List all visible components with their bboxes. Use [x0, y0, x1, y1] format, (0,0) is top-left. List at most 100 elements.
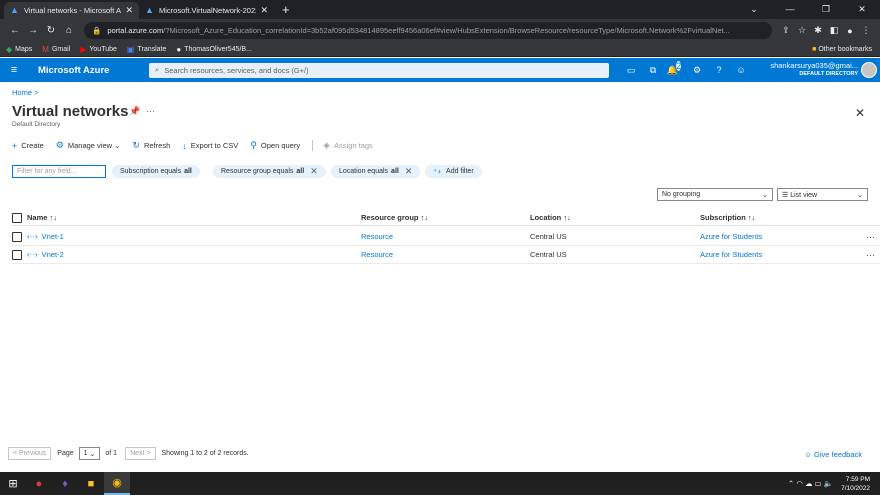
add-filter-icon: ⁺⍖	[433, 166, 443, 176]
azure-favicon-icon: ▲	[145, 5, 154, 15]
column-header-name[interactable]: Name ↑↓	[27, 210, 57, 225]
extensions-icon[interactable]: ✱	[810, 25, 826, 36]
battery-icon[interactable]: ▭	[815, 479, 822, 488]
portal-menu-icon[interactable]: ≡	[0, 64, 28, 76]
create-button[interactable]: + Create	[12, 141, 44, 151]
bookmark-translate[interactable]: ▣ Translate	[127, 45, 166, 54]
browser-tab-deployment[interactable]: ▲ Microsoft.VirtualNetwork-20220 ✕	[139, 2, 274, 19]
breadcrumb[interactable]: Home >	[12, 88, 38, 97]
volume-icon[interactable]: 🔈	[824, 479, 833, 488]
app-icon-red[interactable]: ●	[26, 472, 52, 495]
windows-start-icon[interactable]: ⊞	[0, 472, 26, 495]
subscription-link[interactable]: Azure for Students	[700, 246, 762, 263]
vnet-name-link[interactable]: Vnet-2	[42, 250, 64, 259]
filter-pill-subscription[interactable]: Subscription equals all	[112, 165, 200, 178]
filter-pill-resource-group[interactable]: Resource group equals all ✕	[213, 165, 326, 178]
user-directory: DEFAULT DIRECTORY	[799, 71, 858, 77]
reload-icon[interactable]: ↻	[42, 25, 60, 36]
plus-icon: +	[12, 140, 18, 151]
app-icon-assistant[interactable]: ♦	[52, 472, 78, 495]
chrome-icon[interactable]: ◉	[104, 472, 130, 495]
vnet-name-link[interactable]: Vnet-1	[42, 232, 64, 241]
bookmark-gmail[interactable]: M Gmail	[42, 45, 70, 54]
select-all-checkbox[interactable]	[12, 210, 22, 225]
grouping-select[interactable]: No grouping ⌄	[657, 188, 773, 201]
filter-pill-location[interactable]: Location equals all ✕	[331, 165, 421, 178]
sidebar-icon[interactable]: ◧	[826, 25, 842, 36]
notifications-icon[interactable]: 🔔2	[664, 60, 686, 76]
directory-filter-icon[interactable]: ⧉	[642, 65, 664, 76]
new-tab-button[interactable]: +	[282, 2, 290, 19]
taskbar-clock[interactable]: 7:59 PM 7/10/2022	[841, 475, 870, 493]
give-feedback-link[interactable]: ☺ Give feedback	[804, 450, 862, 459]
add-filter-button[interactable]: ⁺⍖ Add filter	[425, 165, 482, 178]
close-window-icon[interactable]: ✕	[844, 0, 880, 19]
share-icon[interactable]: ⇪	[778, 25, 794, 36]
file-explorer-icon[interactable]: ■	[78, 472, 104, 495]
back-icon[interactable]: ←	[6, 25, 24, 36]
url-field[interactable]: 🔒 portal.azure.com /?Microsoft_Azure_Edu…	[84, 22, 772, 39]
close-blade-icon[interactable]: ✕	[855, 106, 865, 120]
next-page-button[interactable]: Next >	[125, 447, 156, 460]
assign-tags-button[interactable]: ◈ Assign tags	[323, 140, 373, 151]
bookmark-star-icon[interactable]: ☆	[794, 25, 810, 36]
bookmark-github[interactable]: ● ThomasOliver545/B...	[176, 45, 252, 54]
chrome-menu-icon[interactable]: ⋮	[858, 25, 874, 36]
column-header-subscription[interactable]: Subscription ↑↓	[700, 210, 755, 225]
open-query-button[interactable]: ⚲ Open query	[250, 140, 300, 151]
chevron-down-icon: ⌄	[762, 191, 768, 199]
page-count-label: of 1	[105, 450, 118, 457]
row-more-icon[interactable]: ···	[866, 228, 875, 245]
other-bookmarks[interactable]: ■ Other bookmarks	[812, 46, 872, 53]
remove-filter-icon[interactable]: ✕	[405, 166, 413, 177]
close-tab-icon[interactable]: ✕	[260, 5, 268, 16]
more-options-icon[interactable]: ···	[146, 106, 155, 116]
browser-tab-virtual-networks[interactable]: ▲ Virtual networks - Microsoft Azu ✕	[4, 2, 139, 19]
row-more-icon[interactable]: ···	[866, 246, 875, 263]
page-number-select[interactable]: 1 ⌄	[78, 447, 101, 460]
resource-group-link[interactable]: Resource	[361, 228, 393, 245]
resource-group-link[interactable]: Resource	[361, 246, 393, 263]
bookmarks-bar: ◆ Maps M Gmail ▶ YouTube ▣ Translate ● Thomas…	[0, 42, 880, 57]
feedback-icon[interactable]: ☺	[730, 65, 752, 76]
row-checkbox[interactable]	[12, 228, 22, 245]
settings-gear-icon[interactable]: ⚙	[686, 65, 708, 76]
global-search-input[interactable]: ⌕ Search resources, services, and docs (…	[149, 62, 609, 78]
subscription-link[interactable]: Azure for Students	[700, 228, 762, 245]
filter-input[interactable]: Filter for any field...	[12, 165, 106, 178]
previous-page-button[interactable]: < Previous	[8, 447, 52, 460]
column-header-resource-group[interactable]: Resource group ↑↓	[361, 210, 428, 225]
maximize-icon[interactable]: ❐	[808, 0, 844, 19]
remove-filter-icon[interactable]: ✕	[310, 166, 318, 177]
manage-view-button[interactable]: ⚙ Manage view ⌄	[56, 140, 121, 151]
wifi-icon[interactable]: ◠	[796, 479, 803, 488]
row-checkbox[interactable]	[12, 246, 22, 263]
close-tab-icon[interactable]: ✕	[125, 5, 133, 16]
cloud-icon[interactable]: ☁	[805, 479, 813, 488]
window-controls: ⌄ — ❐ ✕	[736, 0, 880, 19]
bookmark-youtube[interactable]: ▶ YouTube	[80, 45, 117, 54]
avatar[interactable]	[861, 62, 877, 78]
azure-brand[interactable]: Microsoft Azure	[38, 65, 148, 76]
location-cell: Central US	[530, 250, 567, 259]
tray-chevron-up-icon[interactable]: ⌃	[788, 479, 794, 488]
view-mode-select[interactable]: ☰ List view ⌄	[777, 188, 868, 201]
help-icon[interactable]: ?	[708, 65, 730, 76]
refresh-button[interactable]: ↻ Refresh	[132, 140, 170, 151]
pin-icon[interactable]: 📌	[129, 106, 140, 117]
home-icon[interactable]: ⌂	[60, 25, 78, 36]
location-cell: Central US	[530, 232, 567, 241]
minimize-icon[interactable]: —	[772, 0, 808, 19]
tab-search-icon[interactable]: ⌄	[736, 0, 772, 19]
command-bar: + Create ⚙ Manage view ⌄ ↻ Refresh ↓ Export …	[12, 140, 385, 151]
chevron-down-icon: ⌄	[857, 191, 863, 199]
column-header-location[interactable]: Location ↑↓	[530, 210, 571, 225]
refresh-icon: ↻	[132, 140, 140, 150]
bookmark-maps[interactable]: ◆ Maps	[6, 45, 32, 54]
account-menu[interactable]: shankarsurya035@gmai... DEFAULT DIRECTOR…	[770, 61, 858, 79]
forward-icon[interactable]: →	[24, 25, 42, 36]
cloud-shell-icon[interactable]: ▭	[620, 65, 642, 76]
gmail-icon: M	[42, 44, 49, 54]
profile-avatar-icon[interactable]: ●	[842, 26, 858, 36]
export-csv-button[interactable]: ↓ Export to CSV	[182, 141, 238, 151]
